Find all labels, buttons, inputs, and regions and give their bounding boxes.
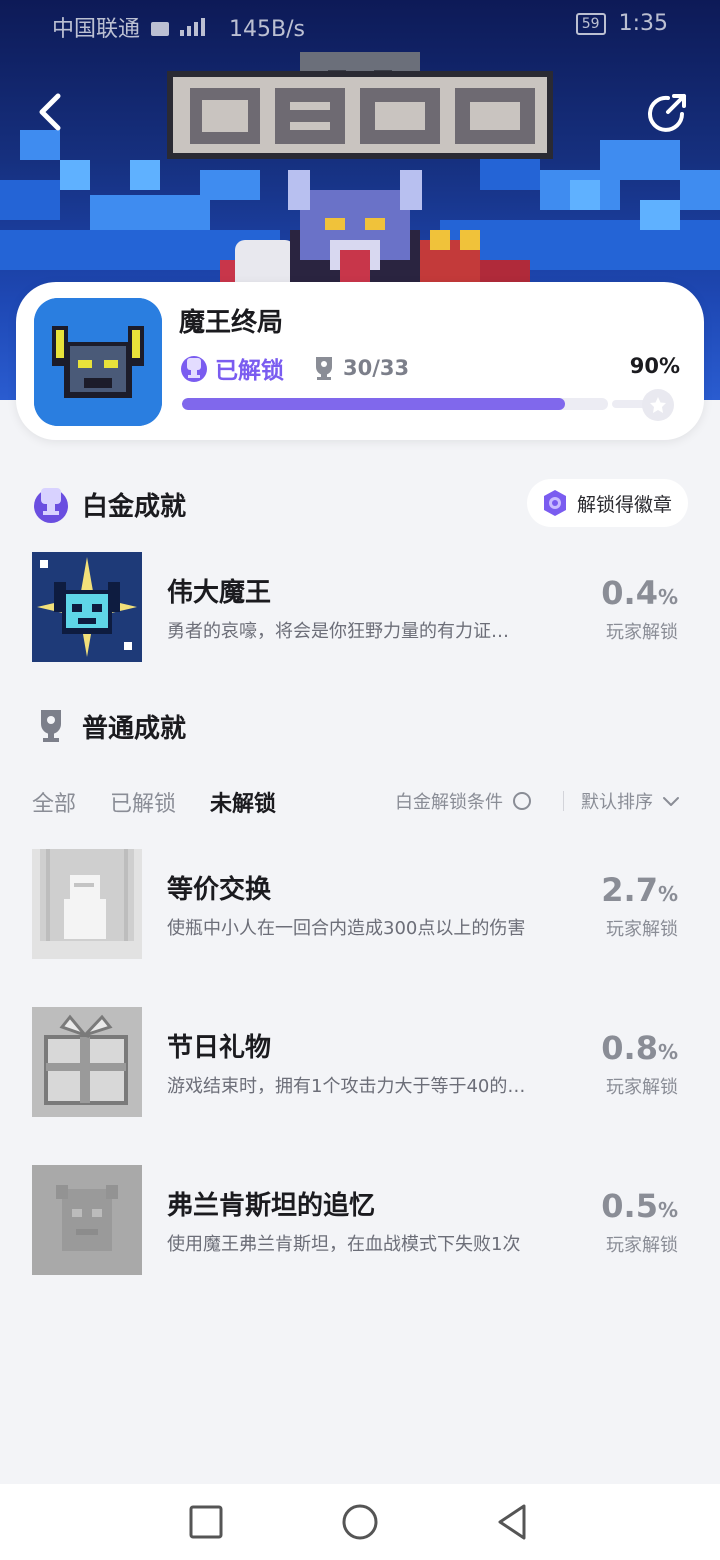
trophy-icon	[41, 710, 61, 742]
rate-value: 0.4	[601, 574, 658, 612]
pixel-cloud	[130, 160, 160, 190]
achievement-row[interactable]: 弗兰肯斯坦的追忆 使用魔王弗兰肯斯坦，在血战模式下失败1次 0.5% 玩家解锁	[32, 1165, 688, 1275]
back-button[interactable]	[30, 88, 74, 136]
recent-apps-button[interactable]	[186, 1502, 226, 1542]
home-button[interactable]	[340, 1502, 380, 1542]
achievement-filter-tabs: 全部 已解锁 未解锁	[32, 786, 310, 818]
achievement-thumbnail	[32, 849, 142, 959]
pixel-cloud	[600, 140, 680, 180]
achievement-description: 游戏结束时，拥有1个攻击力大于等于40的…	[167, 1076, 526, 1097]
game-icon	[34, 298, 162, 426]
normal-section-title: 普通成就	[82, 713, 187, 744]
rate-value: 0.8	[601, 1029, 658, 1067]
sort-dropdown[interactable]: 默认排序	[581, 788, 681, 814]
system-navigation-bar	[0, 1484, 720, 1560]
great-demon-king-badge-icon	[32, 552, 142, 662]
achievement-unlock-rate: 0.8%	[601, 1029, 678, 1067]
normal-section-header: 普通成就	[32, 706, 186, 746]
battery-icon: 59	[575, 13, 606, 35]
badge-icon	[543, 490, 566, 516]
game-name: 魔王终局	[179, 308, 284, 338]
unlock-badge-label: 解锁得徽章	[576, 493, 672, 516]
back-nav-button[interactable]	[494, 1502, 534, 1542]
rate-unit: %	[657, 882, 678, 906]
achievement-name: 伟大魔王	[167, 578, 272, 608]
status-left: 中国联通 145B/s	[52, 11, 305, 43]
tab-all[interactable]: 全部	[32, 786, 76, 818]
pixel-cloud	[640, 200, 680, 230]
carrier-text: 中国联通	[52, 17, 141, 42]
trophy-icon	[316, 357, 332, 380]
game-title-logo	[167, 52, 553, 159]
star-icon	[650, 397, 666, 413]
achievement-name: 节日礼物	[167, 1033, 272, 1063]
achievement-description: 使用魔王弗兰肯斯坦，在血战模式下失败1次	[167, 1234, 521, 1255]
achievement-unlock-rate: 0.4%	[601, 574, 678, 612]
unlock-badge-button[interactable]: 解锁得徽章	[526, 479, 688, 527]
rate-unit: %	[657, 585, 678, 609]
achievement-thumbnail	[32, 552, 142, 662]
sort-label: 默认排序	[581, 792, 653, 813]
completion-progress-bar	[182, 398, 608, 410]
platinum-trophy-icon	[34, 488, 68, 523]
chevron-down-icon	[663, 797, 679, 806]
rate-unit: %	[657, 1040, 678, 1064]
pixel-cloud	[680, 170, 720, 210]
achievement-row[interactable]: 节日礼物 游戏结束时，拥有1个攻击力大于等于40的… 0.8% 玩家解锁	[32, 1007, 688, 1117]
hd-icon	[151, 22, 170, 36]
rate-label: 玩家解锁	[606, 919, 678, 940]
tab-unlocked[interactable]: 已解锁	[110, 786, 176, 818]
unlock-status: 已解锁	[179, 352, 284, 384]
platinum-section-title: 白金成就	[82, 491, 187, 522]
achievement-description: 使瓶中小人在一回合内造成300点以上的伤害	[167, 918, 526, 939]
share-button[interactable]	[644, 90, 690, 136]
status-bar: 中国联通 145B/s 59 1:35	[0, 0, 720, 50]
network-speed: 145B/s	[229, 17, 305, 42]
signal-icon	[180, 17, 210, 36]
rate-label: 玩家解锁	[606, 1235, 678, 1256]
clock-text: 1:35	[618, 11, 668, 36]
achievement-unlock-rate: 2.7%	[601, 871, 678, 909]
gift-box-icon	[32, 1007, 142, 1117]
chevron-left-icon	[39, 93, 61, 131]
radio-circle-icon[interactable]	[511, 790, 533, 812]
frankenstein-demon-icon	[32, 1165, 142, 1275]
platinum-goal-marker	[642, 389, 674, 421]
rate-label: 玩家解锁	[606, 622, 678, 643]
achievement-description: 勇者的哀嚎，将会是你狂野力量的有力证…	[167, 621, 509, 642]
tab-locked[interactable]: 未解锁	[210, 786, 276, 818]
platinum-section-header: 白金成就	[32, 484, 186, 524]
game-summary-card[interactable]: 魔王终局 已解锁 30/33 90%	[16, 282, 704, 440]
pixel-cloud	[0, 180, 60, 220]
unlock-status-label: 已解锁	[215, 358, 284, 384]
rate-value: 2.7	[601, 871, 658, 909]
platinum-achievement-row[interactable]: 伟大魔王 勇者的哀嚎，将会是你狂野力量的有力证… 0.4% 玩家解锁	[32, 552, 688, 662]
achievement-unlock-rate: 0.5%	[601, 1187, 678, 1225]
status-right: 59 1:35	[575, 11, 668, 36]
platinum-trophy-icon	[181, 356, 207, 382]
filter-divider	[563, 791, 564, 811]
rate-value: 0.5	[601, 1187, 658, 1225]
pixel-cloud	[60, 160, 90, 190]
trophy-count-text: 30/33	[343, 356, 410, 380]
pixel-cloud	[570, 180, 600, 210]
rate-unit: %	[657, 1198, 678, 1222]
achievement-name: 等价交换	[167, 875, 272, 905]
share-icon	[648, 94, 686, 132]
platinum-condition-filter[interactable]: 白金解锁条件	[395, 788, 533, 814]
achievement-row[interactable]: 等价交换 使瓶中小人在一回合内造成300点以上的伤害 2.7% 玩家解锁	[32, 849, 688, 959]
demon-skull-icon	[34, 298, 162, 426]
completion-percent: 90%	[629, 354, 680, 378]
platinum-condition-label: 白金解锁条件	[395, 792, 503, 813]
achievement-thumbnail	[32, 1007, 142, 1117]
achievement-thumbnail	[32, 1165, 142, 1275]
progress-fill	[182, 398, 566, 410]
trophy-count: 30/33	[313, 352, 409, 384]
rate-label: 玩家解锁	[606, 1077, 678, 1098]
bottle-figure-icon	[32, 849, 142, 959]
achievement-name: 弗兰肯斯坦的追忆	[167, 1191, 376, 1221]
